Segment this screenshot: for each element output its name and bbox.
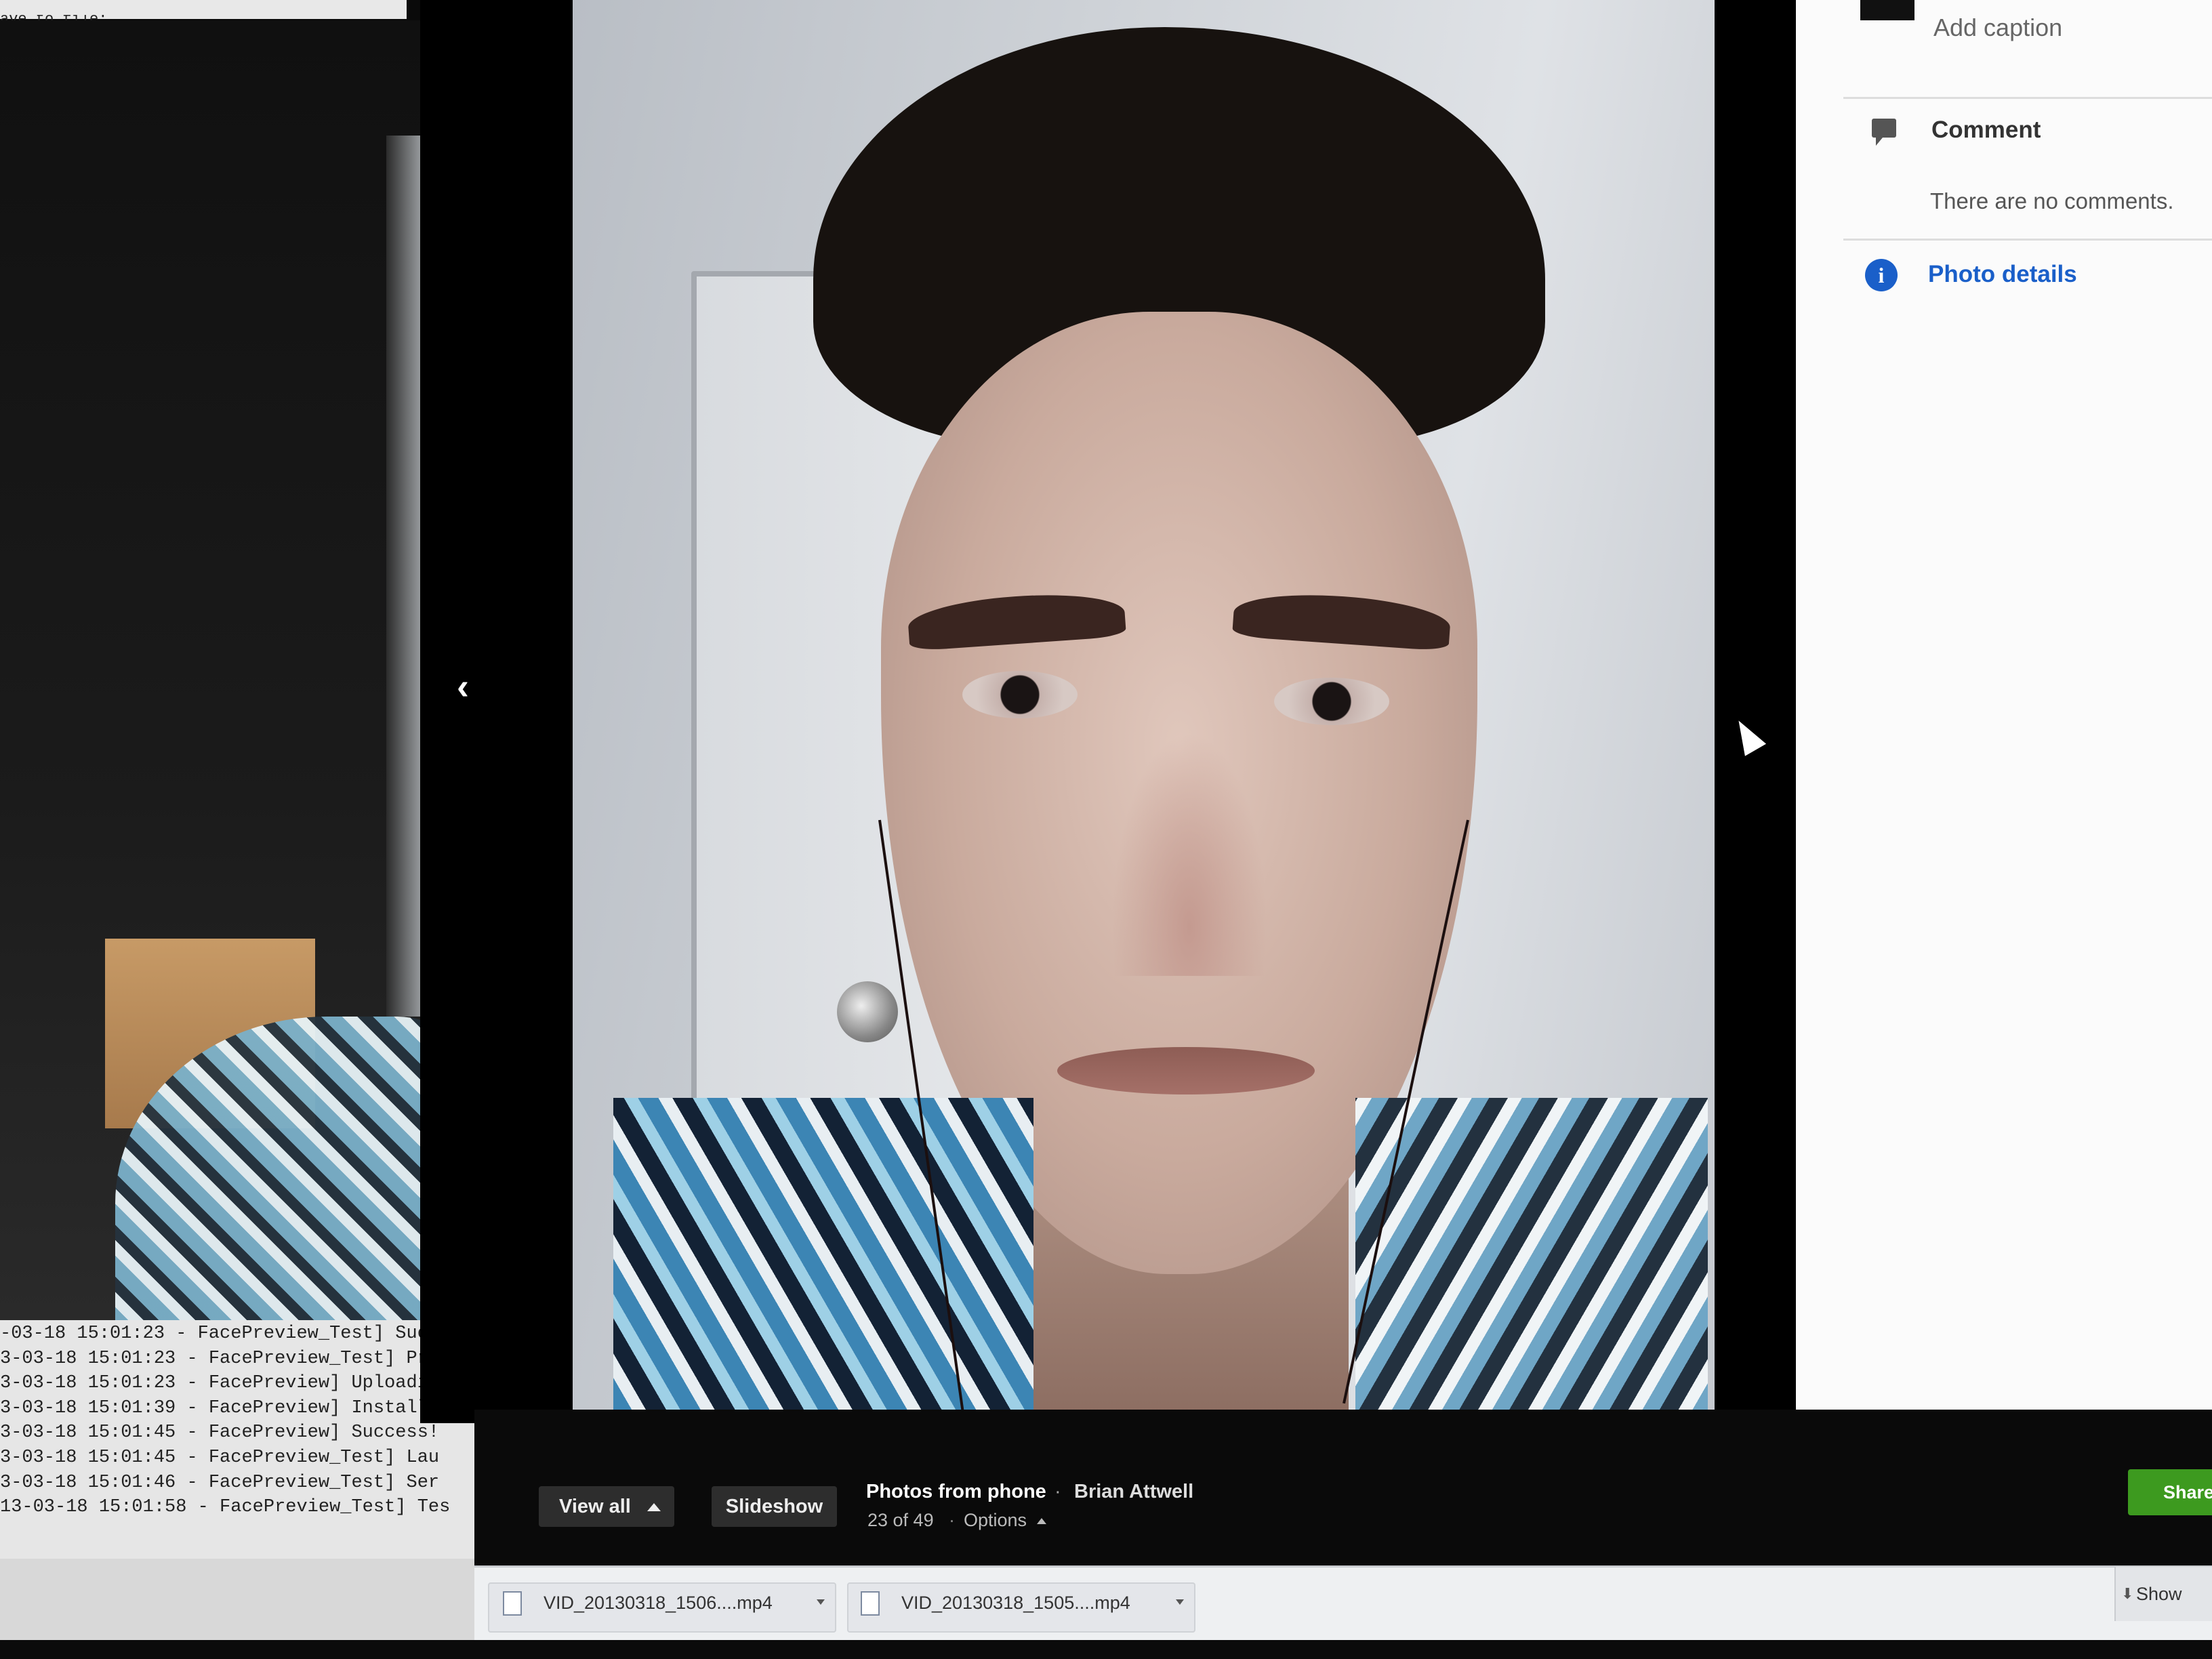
share-button[interactable]: Share (2128, 1469, 2212, 1515)
caret-up-icon[interactable] (647, 1503, 661, 1511)
photo-door-knob (837, 981, 898, 1042)
log-panel: -03-18 15:01:23 - FacePreview_Test] Suc 3… (0, 1320, 474, 1559)
window-footer (0, 1559, 474, 1640)
no-comments-text: There are no comments. (1930, 188, 2174, 213)
slideshow-button[interactable]: Slideshow (712, 1486, 837, 1527)
download-filename: VID_20130318_1506....mp4 (544, 1593, 773, 1613)
divider (1843, 239, 2212, 241)
chevron-left-icon[interactable]: ‹ (447, 668, 478, 705)
log-line: 3-03-18 15:01:39 - FacePreview] Installi (0, 1397, 440, 1418)
log-line: 3-03-18 15:01:23 - FacePreview_Test] Pro (0, 1348, 440, 1369)
log-line: 3-03-18 15:01:23 - FacePreview] Uploadin (0, 1373, 440, 1394)
photo-details-link[interactable]: Photo details (1928, 261, 2077, 288)
log-line: 3-03-18 15:01:45 - FacePreview] Success! (0, 1422, 440, 1443)
log-line: 13-03-18 15:01:58 - FacePreview_Test] Te… (0, 1497, 451, 1518)
add-caption-field[interactable]: Add caption (1933, 14, 2062, 42)
log-line: 3-03-18 15:01:45 - FacePreview_Test] Lau (0, 1447, 440, 1468)
album-title-link[interactable]: Photos from phone (866, 1481, 1046, 1503)
code-editor-strip: ave.to.file; tream in FileInputStream; (0, 0, 407, 34)
comment-icon (1872, 119, 1896, 146)
file-icon (503, 1591, 522, 1616)
photo-shirt-right (1355, 1098, 1708, 1413)
author-link[interactable]: Brian Attwell (1074, 1481, 1193, 1503)
background-window: ave.to.file; tream in FileInputStream; -… (0, 0, 474, 1640)
photo-shirt-left (613, 1098, 1033, 1413)
photo-mouth (1057, 1047, 1315, 1094)
log-line: 3-03-18 15:01:46 - FacePreview_Test] Ser (0, 1472, 440, 1493)
options-menu[interactable]: Options (964, 1510, 1027, 1531)
avatar (1860, 0, 1914, 20)
comment-heading[interactable]: Comment (1931, 117, 2041, 144)
chevron-down-icon[interactable] (1176, 1599, 1184, 1605)
photo-nose (1111, 732, 1267, 976)
photo-eye-right (1274, 678, 1389, 725)
chevron-down-icon[interactable] (817, 1599, 825, 1605)
photo-counter: 23 of 49 (867, 1510, 934, 1530)
separator-dot: · (1054, 1481, 1061, 1502)
download-filename: VID_20130318_1505....mp4 (901, 1593, 1130, 1613)
photo-eye-left (962, 671, 1078, 718)
divider (1843, 97, 2212, 99)
separator-dot: · (949, 1510, 955, 1530)
show-all-downloads-button[interactable]: Show (2101, 1567, 2212, 1621)
caret-up-icon[interactable] (1037, 1518, 1046, 1524)
info-icon[interactable]: i (1865, 259, 1898, 291)
file-icon (861, 1591, 880, 1616)
log-line: -03-18 15:01:23 - FacePreview_Test] Suc (0, 1324, 428, 1344)
monitor-bezel (0, 1640, 2212, 1659)
